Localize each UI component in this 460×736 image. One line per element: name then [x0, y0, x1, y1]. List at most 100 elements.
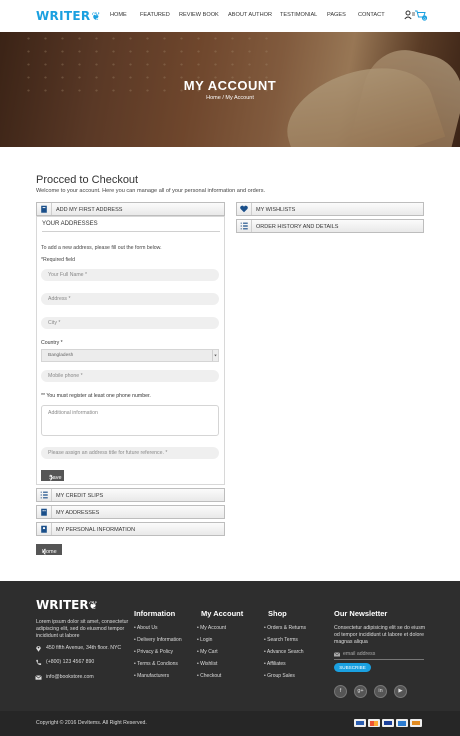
profile-card-icon [41, 523, 52, 535]
footer-link-manufacturers[interactable]: • Manufacturers [134, 673, 169, 679]
mobile-phone-field[interactable]: Mobile phone * [41, 370, 219, 382]
logo-text: WRITER [36, 9, 91, 23]
footer-link-my-cart[interactable]: • My Cart [197, 649, 218, 655]
mastercard-icon [368, 719, 380, 727]
form-instructions: To add a new address, please fill out th… [41, 245, 162, 251]
city-placeholder: City * [48, 320, 61, 326]
list-icon [40, 489, 52, 501]
additional-info-textarea[interactable]: Additional information [41, 405, 219, 436]
chevron-down-icon [212, 350, 217, 361]
my-credit-slips-label: MY CREDIT SLIPS [56, 492, 104, 499]
footer-about-text: Lorem ipsum dolor sit amet, consectetur … [36, 619, 129, 639]
footer-link-terms[interactable]: • Terms & Condions [134, 661, 178, 667]
required-note: *Required field [41, 257, 76, 263]
address-title-field[interactable]: Please assign an address title for futur… [41, 447, 219, 459]
youtube-icon[interactable]: ▶ [394, 685, 407, 698]
link-text: Wishlist [200, 661, 218, 667]
country-select[interactable]: Bangladesh [41, 349, 219, 362]
nav-featured[interactable]: FEATURED [140, 12, 170, 18]
link-text: My Cart [200, 649, 218, 655]
divider [42, 231, 220, 232]
footer-link-checkout[interactable]: • Checkout [197, 673, 221, 679]
footer-link-privacy[interactable]: • Privacy & Policy [134, 649, 173, 655]
nav-contact[interactable]: CONTACT [358, 12, 385, 18]
address-field[interactable]: Address * [41, 293, 219, 305]
mail-icon [35, 675, 42, 680]
nav-about-author[interactable]: ABOUT AUTHOR [228, 12, 272, 18]
footer-link-login[interactable]: • Login [197, 637, 212, 643]
add-first-address-button[interactable]: ADD MY FIRST ADDRESS [36, 202, 225, 216]
link-text: Search Terms [267, 637, 298, 643]
nav-home[interactable]: HOME [110, 12, 127, 18]
link-text: My Account [200, 625, 226, 631]
site-logo[interactable]: WRITER❦ [36, 9, 101, 23]
newsletter-text: Consectetur adipisicing elit se do eiusm… [334, 625, 426, 645]
list-icon [240, 220, 252, 232]
my-personal-information-button[interactable]: MY PERSONAL INFORMATION [36, 522, 225, 536]
discover-card-icon [410, 719, 422, 727]
google-plus-icon[interactable]: g+ [354, 685, 367, 698]
hero-banner: MY ACCOUNT Home / My Account [0, 32, 460, 147]
heart-icon [240, 203, 252, 215]
footer-logo-text: WRITER [36, 598, 89, 612]
site-footer: WRITER❦ Lorem ipsum dolor sit amet, cons… [0, 581, 460, 711]
footer-link-search-terms[interactable]: • Search Terms [264, 637, 298, 643]
instagram-icon[interactable]: in [374, 685, 387, 698]
footer-link-group-sales[interactable]: • Group Sales [264, 673, 295, 679]
footer-link-advance-search[interactable]: • Advance Search [264, 649, 304, 655]
link-text: Affiliates [266, 661, 286, 667]
my-personal-information-label: MY PERSONAL INFORMATION [56, 526, 136, 533]
newsletter-title: Our Newsletter [334, 609, 388, 618]
link-text: Privacy & Policy [137, 649, 173, 655]
phone-note: ** You must register at least one phone … [41, 393, 151, 399]
footer-link-orders-returns[interactable]: • Orders & Returns [264, 625, 306, 631]
additional-placeholder: Additional information [48, 410, 98, 416]
my-wishlists-button[interactable]: MY WISHLISTS [236, 202, 424, 216]
add-first-address-label: ADD MY FIRST ADDRESS [56, 206, 123, 213]
my-wishlists-label: MY WISHLISTS [256, 206, 296, 213]
payment-card-icon [354, 719, 366, 727]
building-icon [41, 506, 52, 518]
home-button[interactable]: ❮ Home [36, 544, 62, 555]
footer-link-about-us[interactable]: • About Us [134, 625, 157, 631]
order-history-button[interactable]: ORDER HISTORY AND DETAILS [236, 219, 424, 233]
link-text: Login [200, 637, 213, 643]
my-addresses-button[interactable]: MY ADDRESSES [36, 505, 225, 519]
nav-review-book[interactable]: REVIEW BOOK [179, 12, 219, 18]
footer-link-wishlist[interactable]: • Wishlist [197, 661, 217, 667]
footer-information-title: Information [134, 609, 176, 618]
full-name-placeholder: Your Full Name * [48, 272, 88, 278]
subscribe-button[interactable]: SUBSCRIBE [334, 663, 371, 672]
link-text: About Us [136, 625, 158, 631]
footer-address: 450 fifth Avenue, 34th floor. NYC [46, 645, 122, 651]
my-credit-slips-button[interactable]: MY CREDIT SLIPS [36, 488, 225, 502]
footer-logo[interactable]: WRITER❦ [36, 598, 98, 612]
footer-email[interactable]: info@bookstore.com [46, 674, 94, 680]
nav-testimonial[interactable]: TESTIMONIAL [280, 12, 317, 18]
full-name-field[interactable]: Your Full Name * [41, 269, 219, 281]
newsletter-email-input[interactable]: email address [334, 650, 424, 660]
footer-link-affiliates[interactable]: • Affiliates [264, 661, 286, 667]
my-addresses-label: MY ADDRESSES [56, 509, 100, 516]
feather-icon: ❦ [88, 599, 98, 612]
nav-pages[interactable]: PAGES [327, 12, 346, 18]
link-text: Group Sales [267, 673, 295, 679]
home-label: Home [42, 549, 57, 555]
site-header: WRITER❦ HOME FEATURED REVIEW BOOK ABOUT … [0, 0, 460, 32]
city-field[interactable]: City * [41, 317, 219, 329]
country-value: Bangladesh [48, 353, 74, 358]
footer-link-delivery[interactable]: • Delivery Information [134, 637, 182, 643]
footer-shop-title: Shop [268, 609, 287, 618]
facebook-icon[interactable]: f [334, 685, 347, 698]
mobile-placeholder: Mobile phone * [48, 373, 83, 379]
american-express-icon [396, 719, 408, 727]
save-button[interactable]: Save ❯ [41, 470, 64, 481]
link-text: Delivery Information [137, 637, 182, 643]
address-placeholder: Address * [48, 296, 71, 302]
link-text: Advance Search [266, 649, 304, 655]
visa-icon [382, 719, 394, 727]
link-text: Orders & Returns [267, 625, 307, 631]
link-text: Checkout [200, 673, 222, 679]
footer-link-my-account[interactable]: • My Account [197, 625, 226, 631]
link-text: Manufacturers [137, 673, 170, 679]
